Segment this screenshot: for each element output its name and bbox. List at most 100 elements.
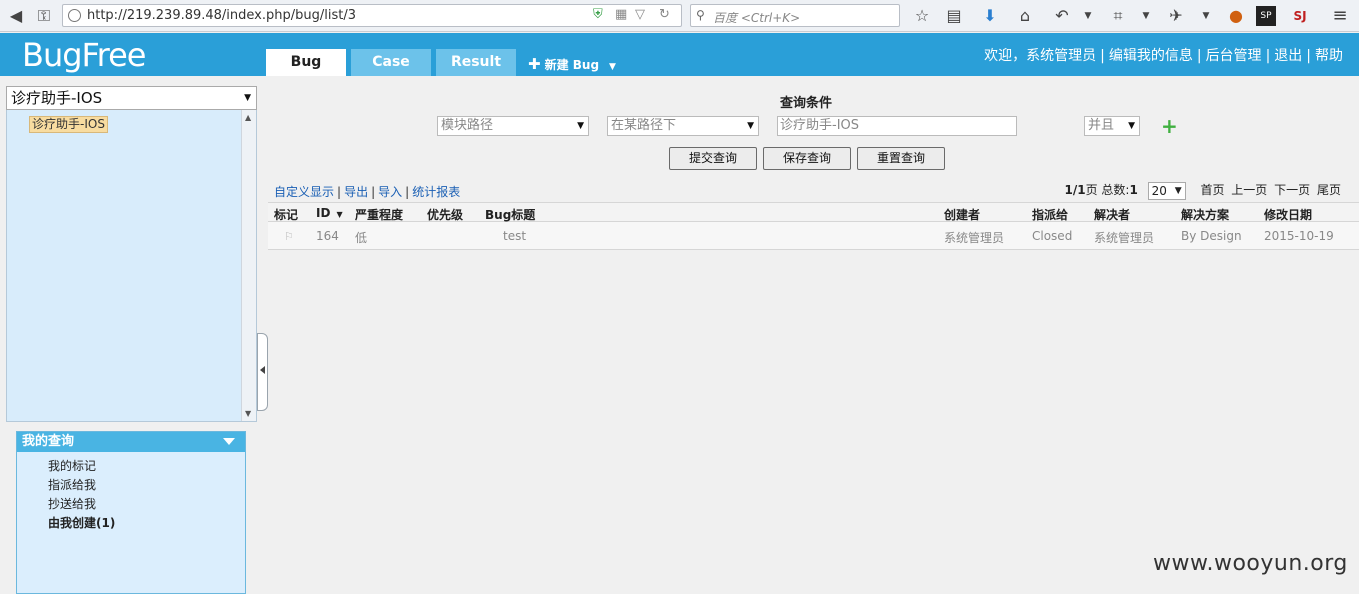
flag-icon[interactable]: ⚐: [284, 230, 294, 243]
main-content: 查询条件 模块路径 ▼ 在某路径下 ▼ 诊疗助手-IOS 并且 ▼ + 提交查询…: [268, 86, 1359, 594]
app-header: BugFree Bug Case Result ✚ 新建 Bug ▼ 欢迎，系统管理…: [0, 33, 1359, 76]
url-text: http://219.239.89.48/index.php/bug/list/…: [87, 8, 357, 23]
list-toolbar: 自定义显示 | 导出 | 导入 | 统计报表: [274, 185, 461, 199]
pager: 1/1页 总数:1 20 ▼ 首页 上一页 下一页 尾页: [1064, 181, 1341, 200]
firebug-icon[interactable]: ●: [1226, 6, 1246, 26]
qr-icon[interactable]: ▦: [615, 7, 627, 22]
table-row[interactable]: ⚐ 164 低 test 系统管理员 Closed 系统管理员 By Desig…: [268, 222, 1359, 250]
reload-icon[interactable]: ↻: [659, 7, 670, 22]
sort-desc-icon[interactable]: ▼: [336, 210, 342, 219]
watermark: www.wooyun.org: [1153, 551, 1348, 576]
col-creator[interactable]: 创建者: [944, 206, 980, 223]
col-id-label: ID: [316, 206, 331, 220]
query-field-select[interactable]: 模块路径 ▼: [437, 116, 589, 136]
download-icon[interactable]: ⬇: [980, 6, 1000, 26]
logout-link[interactable]: 退出: [1274, 48, 1302, 64]
globe-icon: [68, 9, 81, 22]
search-input[interactable]: ⚲ 百度 <Ctrl+K>: [690, 4, 900, 27]
cell-resolution: By Design: [1181, 229, 1242, 243]
custom-display-link[interactable]: 自定义显示: [274, 185, 334, 199]
home-icon[interactable]: ⌂: [1015, 6, 1035, 26]
submit-query-button[interactable]: 提交查询: [669, 147, 757, 170]
first-page-link[interactable]: 首页: [1200, 183, 1224, 197]
tab-case[interactable]: Case: [351, 49, 431, 76]
col-id[interactable]: ID ▼: [316, 206, 343, 220]
undo-icon[interactable]: ↶: [1052, 6, 1072, 26]
my-queries-title: 我的查询: [22, 434, 75, 449]
new-bug-button[interactable]: ✚ 新建 Bug ▼: [528, 55, 616, 73]
tab-result[interactable]: Result: [436, 49, 516, 76]
chevron-down-icon[interactable]: ▼: [1078, 6, 1098, 26]
col-mark[interactable]: 标记: [274, 206, 298, 223]
dropdown-icon[interactable]: ▽: [635, 7, 645, 22]
reading-list-icon[interactable]: ▤: [944, 6, 964, 26]
admin-link[interactable]: 后台管理: [1206, 48, 1262, 64]
last-page-link[interactable]: 尾页: [1317, 183, 1341, 197]
query-assigned-to-me[interactable]: 指派给我: [48, 476, 96, 493]
col-resolver[interactable]: 解决者: [1094, 206, 1130, 223]
star-icon[interactable]: ☆: [912, 6, 932, 26]
shield-icon[interactable]: ⛨: [593, 7, 603, 22]
cell-severity: 低: [355, 231, 368, 245]
tree-scrollbar[interactable]: ▲ ▼: [241, 110, 256, 421]
prev-page-link[interactable]: 上一页: [1231, 183, 1267, 197]
query-my-marks[interactable]: 我的标记: [48, 457, 96, 474]
query-logic-select[interactable]: 并且 ▼: [1084, 116, 1140, 136]
chevron-down-icon[interactable]: ▼: [1196, 6, 1216, 26]
search-placeholder: 百度 <Ctrl+K>: [713, 11, 801, 25]
search-icon: ⚲: [696, 8, 705, 22]
tree-node-root[interactable]: 诊疗助手-IOS: [29, 116, 108, 133]
collapse-icon[interactable]: [223, 438, 235, 445]
scroll-up-icon[interactable]: ▲: [245, 113, 251, 122]
save-query-button[interactable]: 保存查询: [763, 147, 851, 170]
col-modified-date[interactable]: 修改日期: [1264, 206, 1312, 223]
query-created-by-me[interactable]: 由我创建(1): [48, 514, 115, 531]
cell-assignee: Closed: [1032, 229, 1073, 243]
my-queries-panel: 我的查询 我的标记 指派给我 抄送给我 由我创建(1): [16, 431, 246, 594]
help-link[interactable]: 帮助: [1315, 48, 1343, 64]
sj-icon[interactable]: SJ: [1290, 6, 1310, 26]
sp-icon[interactable]: SP: [1256, 6, 1276, 26]
export-link[interactable]: 导出: [344, 185, 368, 199]
query-value-input[interactable]: 诊疗助手-IOS: [777, 116, 1017, 136]
cell-title-link[interactable]: test: [503, 229, 526, 243]
tab-bug[interactable]: Bug: [266, 49, 346, 76]
chevron-down-icon: ▼: [1128, 121, 1135, 131]
key-icon[interactable]: ⚿: [34, 6, 54, 26]
import-link[interactable]: 导入: [378, 185, 402, 199]
back-icon[interactable]: ◀: [6, 6, 26, 26]
col-title[interactable]: Bug标题: [485, 206, 535, 223]
addon-icon[interactable]: ✈: [1166, 6, 1186, 26]
page-indicator: 1/1: [1064, 183, 1086, 197]
chevron-down-icon[interactable]: ▼: [1136, 6, 1156, 26]
add-condition-icon[interactable]: +: [1161, 114, 1178, 138]
product-select-value: 诊疗助手-IOS: [11, 89, 103, 107]
page-suffix: 页 总数:: [1085, 183, 1130, 197]
my-queries-header[interactable]: 我的查询: [17, 432, 245, 452]
crop-icon[interactable]: ⌗: [1108, 6, 1128, 26]
chevron-down-icon[interactable]: ▼: [609, 62, 616, 72]
next-page-link[interactable]: 下一页: [1274, 183, 1310, 197]
edit-profile-link[interactable]: 编辑我的信息: [1109, 48, 1193, 64]
col-assignee[interactable]: 指派给: [1032, 206, 1068, 223]
scroll-down-icon[interactable]: ▼: [245, 409, 251, 418]
chevron-down-icon: ▼: [577, 121, 584, 131]
welcome-text: 欢迎，系统管理员: [984, 48, 1097, 64]
menu-icon[interactable]: ≡: [1330, 6, 1350, 26]
query-field-value: 模块路径: [441, 118, 494, 133]
col-priority[interactable]: 优先级: [427, 206, 463, 223]
plus-icon: ✚: [528, 55, 541, 73]
reset-query-button[interactable]: 重置查询: [857, 147, 945, 170]
col-severity[interactable]: 严重程度: [355, 206, 403, 223]
cell-resolver: 系统管理员: [1094, 231, 1155, 245]
product-select[interactable]: 诊疗助手-IOS ▼: [6, 86, 257, 110]
query-cc-to-me[interactable]: 抄送给我: [48, 495, 96, 512]
chevron-down-icon: ▼: [244, 93, 251, 103]
address-bar[interactable]: http://219.239.89.48/index.php/bug/list/…: [62, 4, 682, 27]
page-size-select[interactable]: 20 ▼: [1147, 181, 1186, 200]
query-title: 查询条件: [780, 96, 833, 111]
query-operator-select[interactable]: 在某路径下 ▼: [607, 116, 759, 136]
col-resolution[interactable]: 解决方案: [1181, 206, 1229, 223]
sidebar-collapse-handle[interactable]: [257, 333, 268, 411]
statistics-link[interactable]: 统计报表: [412, 185, 460, 199]
